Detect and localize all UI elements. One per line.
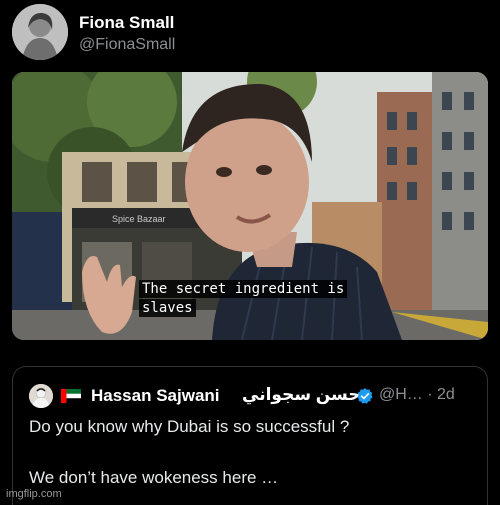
author-handle[interactable]: @FionaSmall: [79, 36, 175, 54]
watermark: imgflip.com: [6, 488, 62, 500]
verified-badge-icon: [357, 388, 373, 404]
quoted-handle-time[interactable]: @H… · 2d: [379, 386, 455, 404]
author-avatar[interactable]: [12, 4, 68, 60]
post-header: Fiona Small @FionaSmall: [12, 4, 488, 64]
author-name[interactable]: Fiona Small: [79, 13, 174, 33]
quoted-post-header: Hassan Sajwani حسن سجواني @H… · 2d: [29, 384, 479, 408]
shop-sign-text: Spice Bazaar: [112, 214, 166, 224]
subtitle-line-1: The secret ingredient is: [139, 280, 348, 298]
video-frame[interactable]: Spice Bazaar The secret ingredient is sl…: [12, 72, 488, 340]
uae-flag-icon: [61, 389, 81, 403]
quoted-text-line-1: Do you know why Dubai is so successful ?: [29, 417, 350, 436]
quoted-author-avatar[interactable]: [29, 384, 53, 408]
quoted-author-name[interactable]: Hassan Sajwani: [91, 386, 220, 406]
video-scene: Spice Bazaar: [12, 72, 488, 340]
quoted-author-name-arabic[interactable]: حسن سجواني: [242, 385, 361, 405]
quoted-text-line-2: We don’t have wokeness here …: [29, 468, 279, 487]
quoted-post[interactable]: Hassan Sajwani حسن سجواني @H… · 2d Do yo…: [12, 366, 488, 505]
subtitle-line-2: slaves: [139, 299, 196, 317]
